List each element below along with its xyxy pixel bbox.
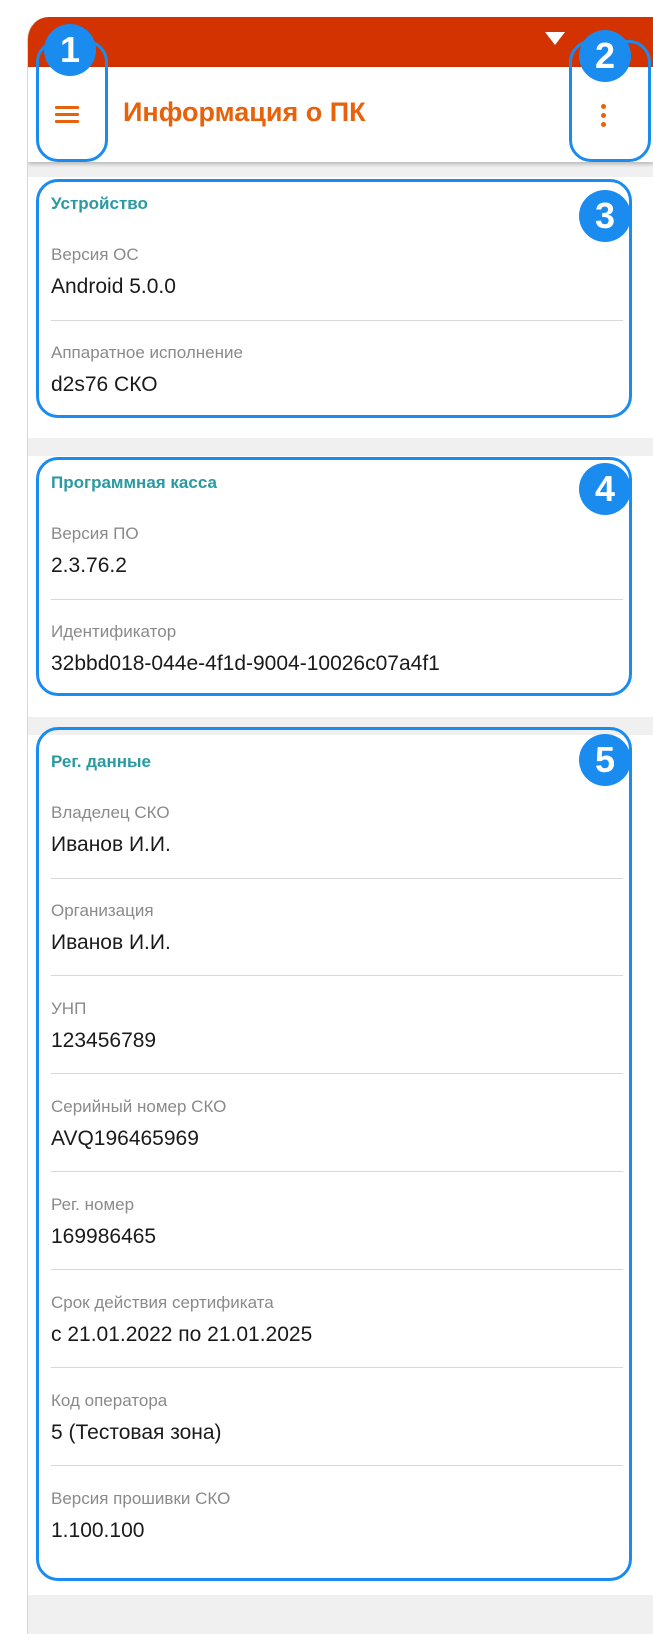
field-value: 32bbd018-044e-4f1d-9004-10026c07a4f1 — [51, 652, 440, 675]
page-title: Информация о ПК — [123, 97, 366, 127]
owner-field: Владелец СКО Иванов И.И. — [51, 803, 653, 857]
software-version-field: Версия ПО 2.3.76.2 — [51, 524, 653, 578]
divider — [51, 878, 623, 879]
cashbox-card: Программная касса Версия ПО 2.3.76.2 Иде… — [28, 456, 653, 717]
device-card: Устройство Версия ОС Android 5.0.0 Аппар… — [28, 177, 653, 438]
os-version-field: Версия ОС Android 5.0.0 — [51, 245, 653, 299]
field-value: 2.3.76.2 — [51, 554, 127, 577]
field-label: Версия ПО — [51, 524, 139, 543]
certificate-validity-field: Срок действия сертификата с 21.01.2022 п… — [51, 1293, 653, 1347]
field-value: Иванов И.И. — [51, 833, 171, 856]
hardware-field: Аппаратное исполнение d2s76 СКО — [51, 343, 653, 397]
field-label: Аппаратное исполнение — [51, 343, 243, 362]
divider — [51, 599, 623, 600]
registration-card: Рег. данные Владелец СКО Иванов И.И. Орг… — [28, 735, 653, 1595]
divider — [51, 1367, 623, 1368]
field-value: Иванов И.И. — [51, 931, 171, 954]
annotation-badge-4: 4 — [579, 463, 631, 515]
field-value: d2s76 СКО — [51, 373, 158, 396]
identifier-field: Идентификатор 32bbd018-044e-4f1d-9004-10… — [51, 622, 653, 676]
annotation-badge-2: 2 — [579, 30, 631, 82]
field-value: 1.100.100 — [51, 1519, 145, 1542]
field-label: Серийный номер СКО — [51, 1097, 227, 1116]
field-value: 5 (Тестовая зона) — [51, 1421, 222, 1444]
divider — [51, 975, 623, 976]
field-label: Рег. номер — [51, 1195, 135, 1214]
divider — [51, 1171, 623, 1172]
field-label: Версия прошивки СКО — [51, 1489, 231, 1508]
more-vert-icon[interactable] — [601, 104, 607, 128]
field-label: УНП — [51, 999, 87, 1018]
field-value: Android 5.0.0 — [51, 275, 176, 298]
field-value: 123456789 — [51, 1029, 157, 1052]
firmware-version-field: Версия прошивки СКО 1.100.100 — [51, 1489, 653, 1543]
reg-number-field: Рег. номер 169986465 — [51, 1195, 653, 1249]
serial-number-field: Серийный номер СКО AVQ196465969 — [51, 1097, 653, 1151]
divider — [51, 1465, 623, 1466]
phone-screen: Информация о ПК Устройство Версия ОС And… — [27, 17, 653, 1634]
field-label: Срок действия сертификата — [51, 1293, 274, 1312]
annotation-badge-5: 5 — [579, 734, 631, 786]
annotation-badge-1: 1 — [44, 24, 96, 76]
field-label: Организация — [51, 901, 154, 920]
app-bar: Информация о ПК — [28, 67, 653, 162]
field-label: Версия ОС — [51, 245, 139, 264]
divider — [51, 320, 623, 321]
wifi-icon — [545, 32, 565, 45]
hamburger-menu-icon[interactable] — [55, 106, 79, 124]
field-value: 169986465 — [51, 1225, 157, 1248]
cashbox-section-header: Программная касса — [51, 473, 217, 492]
organization-field: Организация Иванов И.И. — [51, 901, 653, 955]
field-label: Владелец СКО — [51, 803, 170, 822]
annotation-badge-3: 3 — [579, 190, 631, 242]
field-label: Идентификатор — [51, 622, 177, 641]
field-label: Код оператора — [51, 1391, 168, 1410]
operator-code-field: Код оператора 5 (Тестовая зона) — [51, 1391, 653, 1445]
divider — [51, 1269, 623, 1270]
registration-section-header: Рег. данные — [51, 752, 151, 771]
field-value: с 21.01.2022 по 21.01.2025 — [51, 1323, 313, 1346]
divider — [51, 1073, 623, 1074]
device-section-header: Устройство — [51, 194, 148, 213]
status-bar — [28, 17, 653, 67]
unp-field: УНП 123456789 — [51, 999, 653, 1053]
field-value: AVQ196465969 — [51, 1127, 199, 1150]
